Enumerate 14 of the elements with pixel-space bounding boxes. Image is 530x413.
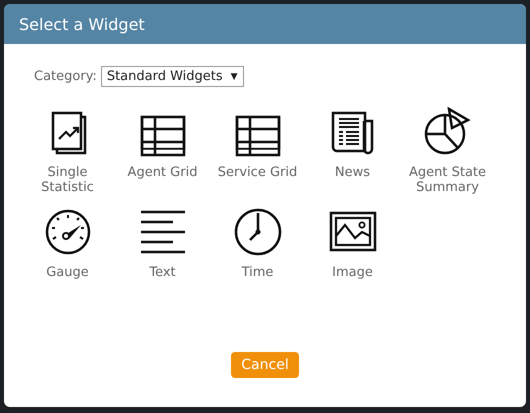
widget-label[interactable]: Time: [212, 265, 302, 280]
widget-label[interactable]: Text: [118, 265, 208, 280]
widget-label[interactable]: Image: [308, 265, 398, 280]
widget-label[interactable]: Gauge: [22, 265, 112, 280]
widget-label[interactable]: Agent State Summary: [402, 165, 492, 195]
dialog-title: Select a Widget: [4, 4, 526, 44]
widget-label[interactable]: Service Grid: [212, 165, 302, 180]
widget-label[interactable]: News: [308, 165, 398, 180]
widget-label[interactable]: Single Statistic: [22, 165, 112, 195]
category-label: Category:: [34, 69, 97, 84]
category-dropdown[interactable]: Standard Widgets ▼: [100, 66, 244, 87]
widget-label[interactable]: Agent Grid: [118, 165, 208, 180]
pie-chart-icon[interactable]: [422, 107, 472, 157]
clock-icon[interactable]: [232, 207, 282, 257]
